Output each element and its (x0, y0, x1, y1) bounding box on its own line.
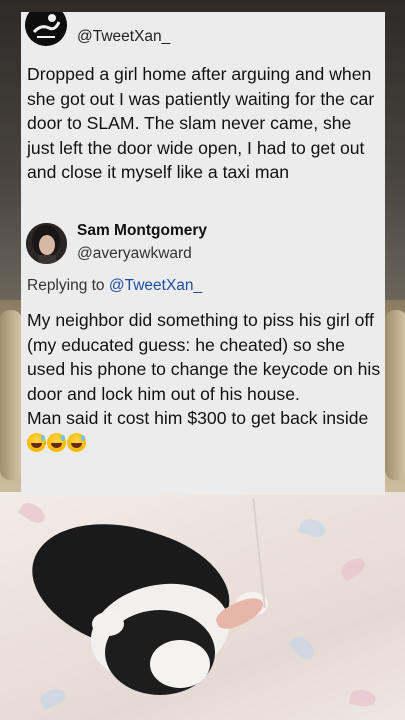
cat-muzzle (150, 640, 210, 688)
reply-text-body-2: Man said it cost him $300 to get back in… (27, 408, 369, 429)
logo-icon (25, 12, 67, 46)
tweet-handle[interactable]: @TweetXan_ (77, 28, 170, 46)
reply-text: My neighbor did something to piss his gi… (27, 308, 383, 456)
tweet-card: @TweetXan_ Dropped a girl home after arg… (21, 12, 385, 495)
grinning-sweat-emoji-icon (67, 432, 86, 452)
grinning-sweat-emoji-icon (47, 432, 66, 452)
replying-to-label: Replying to (27, 277, 109, 294)
replying-to-mention[interactable]: @TweetXan_ (109, 277, 202, 294)
reply-text-body: My neighbor did something to piss his gi… (27, 310, 381, 404)
reply-avatar[interactable] (26, 223, 67, 264)
profile-photo-icon (26, 223, 67, 264)
tweet-text: Dropped a girl home after arguing and wh… (27, 64, 375, 183)
cat-paw (92, 612, 124, 636)
reply-handle[interactable]: @averyawkward (77, 245, 192, 263)
tweetxan-avatar[interactable] (25, 12, 67, 46)
sofa-arm-left (0, 310, 22, 480)
sofa-arm-right (385, 310, 405, 480)
grinning-sweat-emoji-icon (27, 432, 46, 452)
reply-display-name[interactable]: Sam Montgomery (77, 222, 207, 240)
replying-to-line: Replying to @TweetXan_ (27, 277, 202, 295)
